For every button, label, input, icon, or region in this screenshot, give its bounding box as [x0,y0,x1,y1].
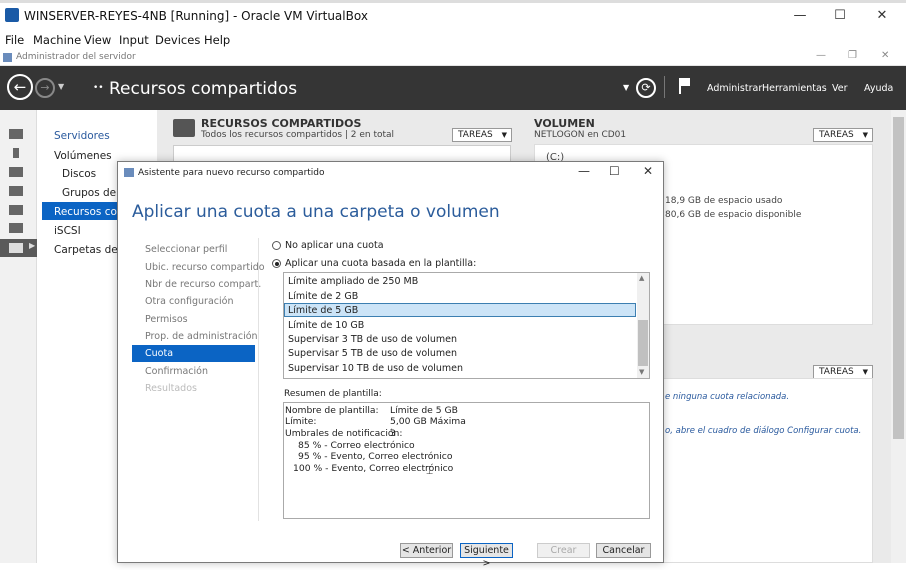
wizard-step-nbr[interactable]: Nbr de recurso compart. [145,279,261,290]
header-menu-ayuda[interactable]: Ayuda [864,83,893,94]
content-scrollbar-thumb[interactable] [893,117,904,439]
wizard-step-seleccionar-perfil[interactable]: Seleccionar perfil [145,244,227,255]
nav-item-discos[interactable]: Discos [62,168,96,180]
template-item[interactable]: Límite ampliado de 250 MB [288,276,418,287]
cancel-button[interactable]: Cancelar [596,543,651,558]
notifications-flag-icon[interactable] [679,78,691,94]
menu-machine[interactable]: Machine [33,33,81,47]
quota-tasks-dropdown[interactable]: TAREAS [813,365,873,379]
local-server-icon[interactable] [13,148,19,158]
template-quota-label[interactable]: Aplicar una cuota basada en la plantilla… [285,258,476,269]
wizard-step-cuota[interactable]: Cuota [145,348,173,359]
header-separator [664,76,665,98]
nav-item-iscsi[interactable]: iSCSI [54,225,81,237]
vbox-maximize-button[interactable]: ☐ [820,6,860,26]
server-manager-icon [3,53,12,62]
template-item[interactable]: Supervisar 10 TB de uso de volumen [288,363,463,374]
no-quota-radio[interactable] [272,241,281,250]
back-arrow-icon[interactable]: ← [7,74,33,100]
template-item[interactable]: Supervisar 3 TB de uso de volumen [288,334,457,345]
sm-maximize-button[interactable]: ❐ [848,50,857,61]
file-services-icon[interactable] [9,186,23,196]
quota-configure-hint[interactable]: o, abre el cuadro de diálogo Configurar … [665,426,861,436]
summary-threshold-2: 95 % - Evento, Correo electrónico [298,451,453,462]
scroll-down-icon[interactable]: ▼ [639,368,644,376]
summary-limit-label: Límite: [285,416,317,427]
volume-tasks-dropdown[interactable]: TAREAS [813,128,873,142]
wizard-heading: Aplicar una cuota a una carpeta o volume… [132,202,500,222]
mouse-cursor-icon: ⌶ [426,463,434,477]
sm-close-button[interactable]: ✕ [881,50,889,61]
file-storage-services-icon [9,243,23,253]
wizard-step-permisos[interactable]: Permisos [145,314,188,325]
all-servers-icon[interactable] [9,167,23,177]
header-menu-herramientas[interactable]: Herramientas [762,83,827,94]
previous-button[interactable]: < Anterior [400,543,453,558]
expand-arrow-icon: ▶ [29,241,36,250]
vbox-close-button[interactable]: ✕ [862,6,902,26]
template-item[interactable]: Límite de 2 GB [288,291,358,302]
wizard-divider [258,238,259,521]
menu-file[interactable]: File [5,33,24,47]
dashboard-icon[interactable] [9,129,23,139]
scroll-up-icon[interactable]: ▲ [639,274,644,282]
shares-panel-title: RECURSOS COMPARTIDOS [201,117,362,130]
breadcrumb-dropdown-icon[interactable]: ▼ [623,83,629,92]
wizard-step-confirmacion[interactable]: Confirmación [145,366,208,377]
header-menu-ver[interactable]: Ver [832,83,848,94]
summary-limit-value: 5,00 GB Máxima [390,416,466,427]
page-title: Recursos compartidos [109,79,298,99]
history-dropdown-icon[interactable]: ▼ [58,82,64,91]
no-quota-label[interactable]: No aplicar una cuota [285,240,384,251]
server-manager-window-title: Administrador del servidor [16,52,136,62]
template-quota-radio[interactable] [272,259,281,268]
summary-label: Resumen de plantilla: [284,389,382,399]
menu-devices[interactable]: Devices [155,33,200,47]
virtualbox-icon [5,8,19,22]
volume-panel-title: VOLUMEN [534,117,595,130]
header-menu-administrar[interactable]: Administrar [707,83,762,94]
create-button[interactable]: Crear [537,543,590,558]
wizard-step-otra[interactable]: Otra configuración [145,296,233,307]
template-item-selected[interactable]: Límite de 5 GB [288,305,358,316]
template-item[interactable]: Límite de 10 GB [288,320,364,331]
shares-tile-icon [173,119,195,137]
menu-help[interactable]: Help [204,33,230,47]
wizard-close-button[interactable]: ✕ [643,164,653,178]
role-icon[interactable] [9,223,23,233]
wizard-step-resultados: Resultados [145,383,197,394]
refresh-icon[interactable]: ⟳ [636,78,656,98]
template-item[interactable]: Supervisar 5 TB de uso de volumen [288,348,457,359]
nav-item-volumenes[interactable]: Volúmenes [54,150,112,162]
menu-input[interactable]: Input [119,33,149,47]
breadcrumb-prefix: •• [93,83,104,93]
template-list-scroll-thumb[interactable] [638,320,648,366]
summary-name-value: Límite de 5 GB [390,405,458,416]
summary-threshold-1: 85 % - Correo electrónico [298,440,415,451]
volume-panel-subtitle: NETLOGON en CD01 [534,130,627,140]
storage-icon[interactable] [9,205,23,215]
shares-panel-subtitle: Todos los recursos compartidos | 2 en to… [201,130,395,140]
quota-empty-message: e ninguna cuota relacionada. [665,392,790,402]
wizard-minimize-button[interactable]: — [578,164,590,178]
wizard-step-prop[interactable]: Prop. de administración [145,331,258,342]
summary-thresholds-value: 3 [390,428,396,439]
next-button[interactable]: Siguiente > [460,543,513,569]
shares-tasks-dropdown[interactable]: TAREAS [452,128,512,142]
wizard-app-icon [124,168,134,177]
volume-free-space: 80,6 GB de espacio disponible [665,210,802,220]
sm-minimize-button[interactable]: — [816,50,826,61]
wizard-maximize-button[interactable]: ☐ [609,164,620,178]
menu-view[interactable]: View [84,33,111,47]
summary-thresholds-label: Umbrales de notificación: [285,428,403,439]
vbox-minimize-button[interactable]: — [780,6,820,26]
left-icon-column [0,110,37,563]
summary-name-label: Nombre de plantilla: [285,405,379,416]
vbox-window-title: WINSERVER-REYES-4NB [Running] - Oracle V… [24,9,368,23]
nav-item-servidores[interactable]: Servidores [54,130,110,142]
forward-arrow-icon[interactable]: → [35,78,55,98]
wizard-step-ubic[interactable]: Ubic. recurso compartido [145,262,265,273]
volume-used-space: 18,9 GB de espacio usado [665,196,783,206]
wizard-title: Asistente para nuevo recurso compartido [138,168,325,178]
